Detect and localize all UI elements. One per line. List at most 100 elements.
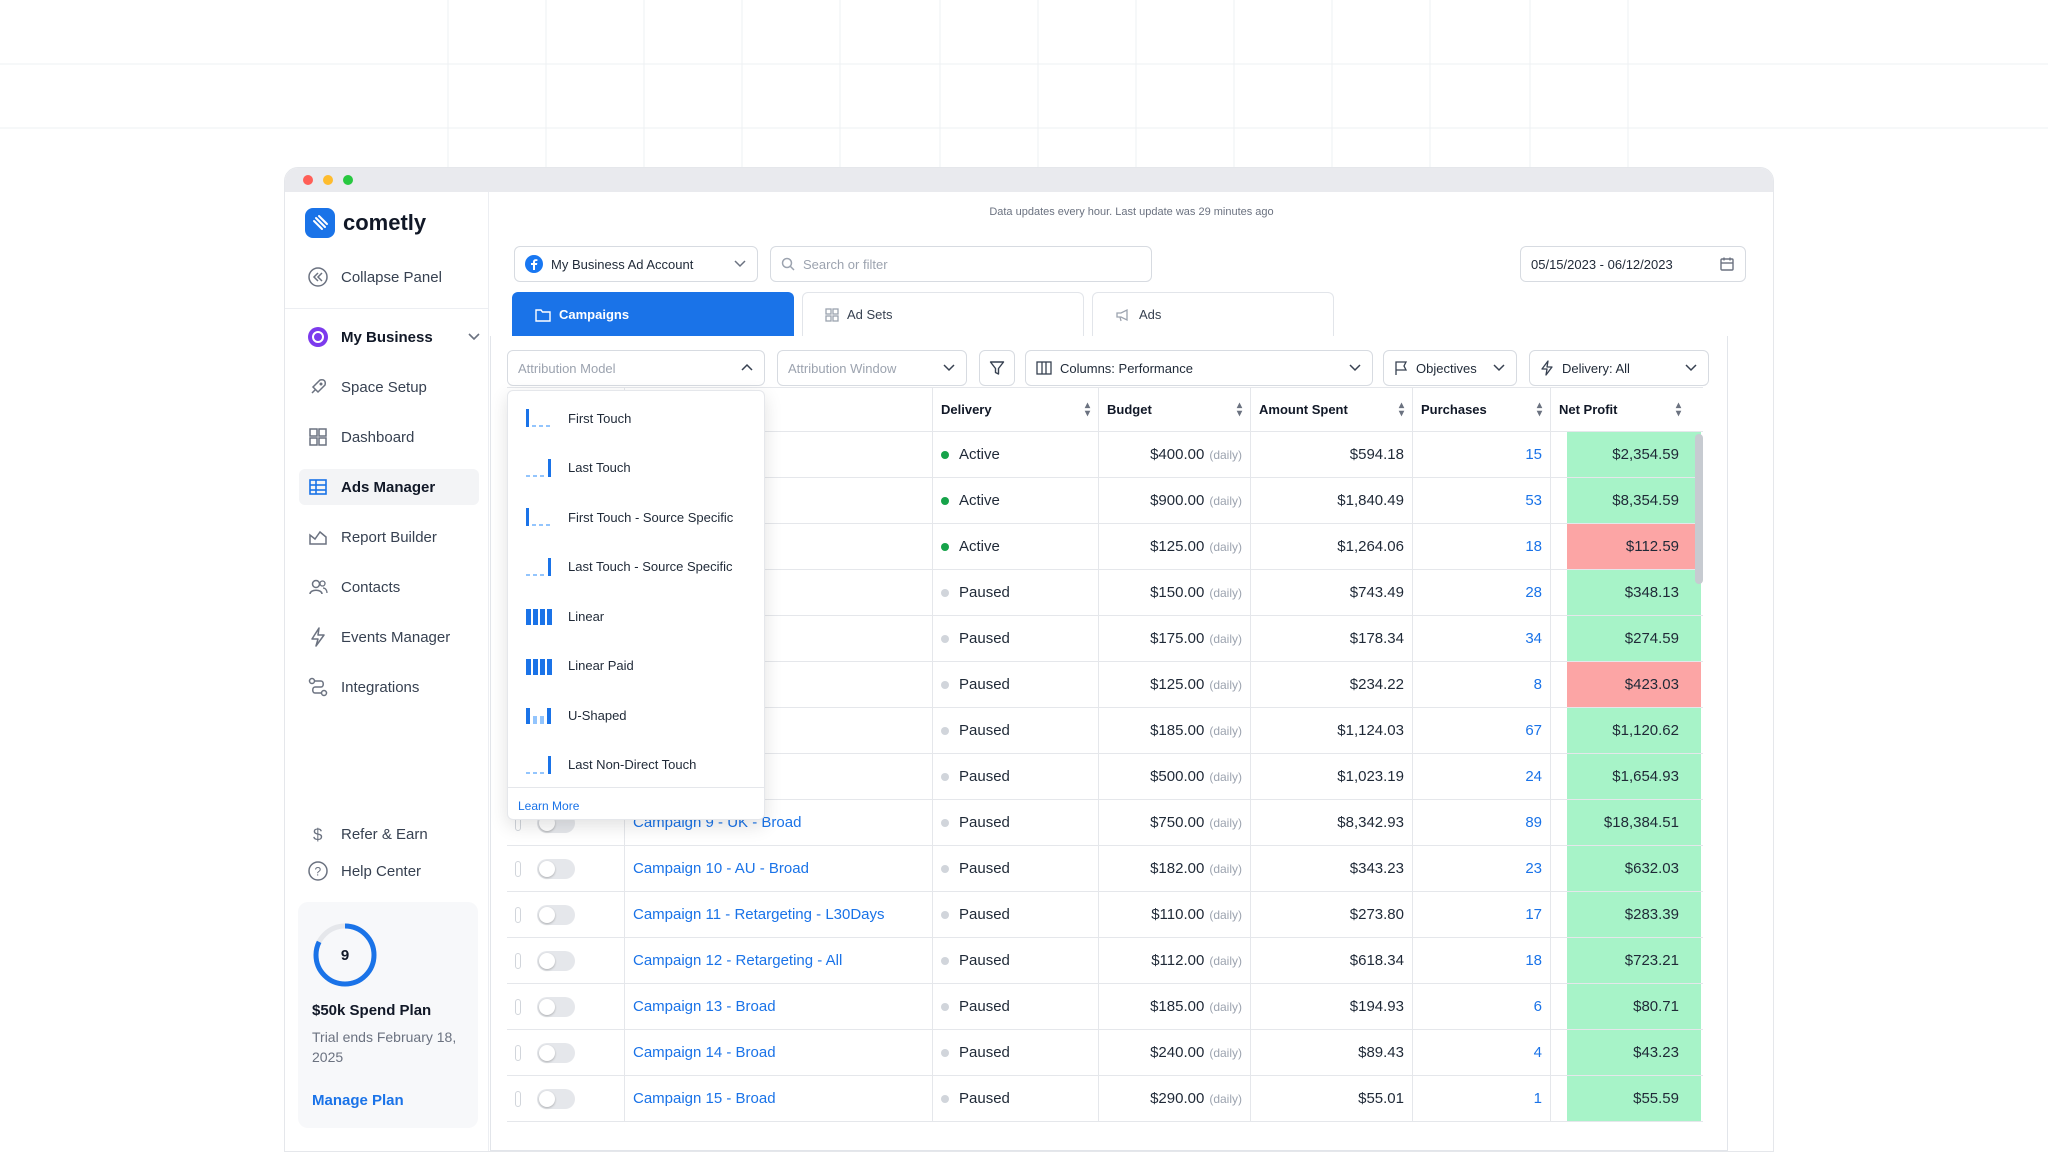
sidebar-item-ads-manager[interactable]: Ads Manager [299,469,479,505]
attribution-option[interactable]: Last Touch [524,453,631,483]
columns-select[interactable]: Columns: Performance [1025,350,1373,386]
help-center-link[interactable]: ? Help Center [305,853,477,889]
row-checkbox[interactable] [515,1090,521,1107]
attribution-option[interactable]: U-Shaped [524,700,627,730]
delivery-status: Paused [959,906,1010,923]
sidebar-item-integrations[interactable]: Integrations [305,669,477,705]
tab-ads[interactable]: Ads [1092,292,1334,336]
delivery-select[interactable]: Delivery: All [1529,350,1709,386]
header-delivery[interactable]: Delivery ▴ ▾ [933,388,1099,431]
attribution-model-select[interactable]: Attribution Model [507,350,765,386]
attribution-window-select[interactable]: Attribution Window [777,350,967,386]
flag-icon [1395,361,1408,375]
tab-ad-sets[interactable]: Ad Sets [802,292,1084,336]
attribution-option[interactable]: First Touch [524,403,631,433]
sidebar-item-dashboard[interactable]: Dashboard [305,419,477,455]
sort-icon[interactable]: ▴ ▾ [1537,400,1542,418]
header-amount-spent[interactable]: Amount Spent ▴ ▾ [1251,388,1413,431]
date-range-picker[interactable]: 05/15/2023 - 06/12/2023 [1520,246,1746,282]
delivery-cell: Paused [933,616,1099,661]
purchases-link[interactable]: 67 [1413,708,1551,753]
row-checkbox-cell [507,846,529,891]
campaign-toggle[interactable] [537,996,575,1017]
purchases-link[interactable]: 6 [1413,984,1551,1029]
plan-name: $50k Spend Plan [312,1002,432,1019]
sidebar-item-contacts[interactable]: Contacts [305,569,477,605]
objectives-select[interactable]: Objectives [1383,350,1517,386]
delivery-status: Paused [959,860,1010,877]
manage-plan-link[interactable]: Manage Plan [312,1092,404,1109]
budget-cell: $240.00 (daily) [1099,1030,1251,1075]
campaign-toggle[interactable] [537,904,575,925]
sort-icon[interactable]: ▴ ▾ [1399,400,1404,418]
campaign-name-link[interactable]: Campaign 13 - Broad [625,984,933,1029]
campaign-toggle[interactable] [537,950,575,971]
collapse-panel-button[interactable]: Collapse Panel [305,259,477,295]
budget-period: (daily) [1209,493,1242,508]
refer-earn-link[interactable]: $ Refer & Earn [305,816,477,852]
sidebar-item-events-manager[interactable]: Events Manager [305,619,477,655]
attribution-option[interactable]: First Touch - Source Specific [524,502,733,532]
purchases-link[interactable]: 15 [1413,432,1551,477]
net-profit-cell: $274.59 [1551,616,1701,661]
campaign-toggle[interactable] [537,1088,575,1109]
sort-icon[interactable]: ▴ ▾ [1237,400,1242,418]
purchases-link[interactable]: 53 [1413,478,1551,523]
campaign-name-link[interactable]: Campaign 15 - Broad [625,1076,933,1121]
attribution-option[interactable]: Linear Paid [524,651,634,681]
header-budget[interactable]: Budget ▴ ▾ [1099,388,1251,431]
campaign-toggle[interactable] [537,1042,575,1063]
filter-button[interactable] [979,350,1015,386]
campaign-name-link[interactable]: Campaign 10 - AU - Broad [625,846,933,891]
attribution-option[interactable]: Linear [524,601,604,631]
attribution-model-icon [526,409,550,427]
search-input[interactable]: Search or filter [770,246,1152,282]
sidebar-item-report-builder[interactable]: Report Builder [305,519,477,555]
maximize-window-dot[interactable] [343,175,353,185]
purchases-link[interactable]: 18 [1413,524,1551,569]
purchases-link[interactable]: 24 [1413,754,1551,799]
row-checkbox[interactable] [515,952,521,969]
sort-icon[interactable]: ▴ ▾ [1676,400,1681,418]
minimize-window-dot[interactable] [323,175,333,185]
budget-cell: $185.00 (daily) [1099,708,1251,753]
row-checkbox[interactable] [515,1044,521,1061]
row-checkbox[interactable] [515,860,521,877]
delivery-status: Paused [959,584,1010,601]
campaign-toggle[interactable] [537,858,575,879]
dropdown-divider [508,787,764,788]
background-grid [0,0,2048,190]
campaign-name-link[interactable]: Campaign 11 - Retargeting - L30Days [625,892,933,937]
purchases-link[interactable]: 4 [1413,1030,1551,1075]
purchases-link[interactable]: 34 [1413,616,1551,661]
campaign-name-link[interactable]: Campaign 14 - Broad [625,1030,933,1075]
amount-spent-cell: $273.80 [1251,892,1413,937]
purchases-link[interactable]: 8 [1413,662,1551,707]
purchases-link[interactable]: 17 [1413,892,1551,937]
sidebar-item-space-setup[interactable]: Space Setup [305,369,477,405]
row-checkbox[interactable] [515,906,521,923]
workspace-selector[interactable]: My Business [305,319,481,355]
table-scrollbar[interactable] [1695,434,1703,584]
attribution-option[interactable]: Last Non-Direct Touch [524,750,696,780]
brand-logo[interactable]: cometly [305,208,426,238]
sort-icon[interactable]: ▴ ▾ [1085,400,1090,418]
purchases-link[interactable]: 23 [1413,846,1551,891]
net-profit-value: $423.03 [1567,662,1701,707]
campaign-name-link[interactable]: Campaign 12 - Retargeting - All [625,938,933,983]
header-purchases[interactable]: Purchases ▴ ▾ [1413,388,1551,431]
purchases-link[interactable]: 1 [1413,1076,1551,1121]
sidebar-item-label: Contacts [341,578,401,596]
purchases-link[interactable]: 89 [1413,800,1551,845]
purchases-link[interactable]: 18 [1413,938,1551,983]
header-net-profit[interactable]: Net Profit ▴ ▾ [1551,388,1701,431]
close-window-dot[interactable] [303,175,313,185]
status-dot [941,680,949,689]
tab-campaigns[interactable]: Campaigns [512,292,794,336]
learn-more-link[interactable]: Learn More [518,799,579,813]
purchases-link[interactable]: 28 [1413,570,1551,615]
ad-account-selector[interactable]: My Business Ad Account [514,246,758,282]
row-checkbox[interactable] [515,998,521,1015]
attribution-option[interactable]: Last Touch - Source Specific [524,552,733,582]
delivery-cell: Paused [933,984,1099,1029]
